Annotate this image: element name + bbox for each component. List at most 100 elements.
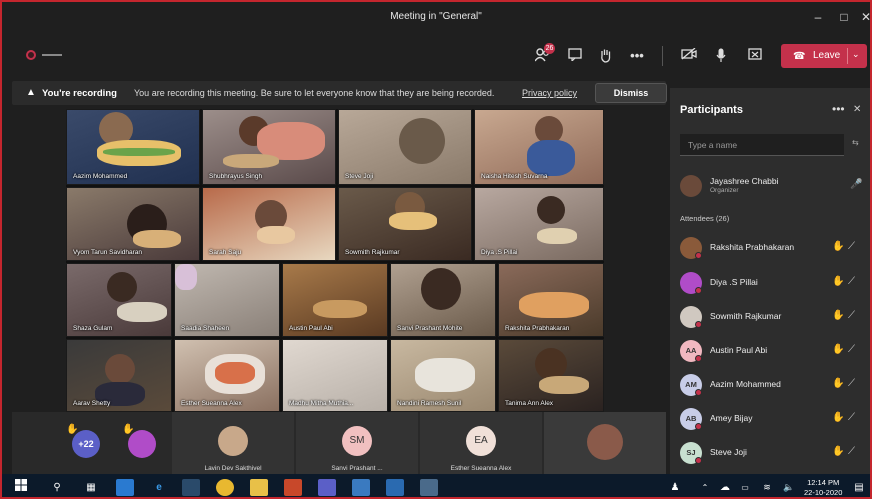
more-participants-bubble[interactable]: +22 <box>72 430 100 458</box>
photos-app-icon[interactable] <box>352 479 370 496</box>
search-participants-input[interactable] <box>680 134 844 156</box>
attendee-row[interactable]: Sowmith Rajkumar ✋ ⟋ <box>680 305 862 329</box>
notifications-icon[interactable]: ▤ <box>850 479 868 496</box>
powerpoint-app-icon[interactable] <box>284 479 302 496</box>
battery-icon[interactable]: ▭ <box>736 479 754 496</box>
video-tile[interactable]: Diya .S Pillai <box>474 187 604 261</box>
show-participants-button[interactable]: 26 <box>532 43 555 67</box>
status-dot <box>695 252 702 259</box>
app-icon[interactable] <box>420 479 438 496</box>
panel-title: Participants <box>680 104 743 116</box>
video-tile[interactable]: Shaza Gulam <box>66 263 172 337</box>
video-tile[interactable]: Rakshita Prabhakaran <box>498 263 604 337</box>
tile-name: Naisha Hitesh Suvarna <box>481 173 548 180</box>
strip-tile[interactable]: Lavin Dev Sakthivel <box>172 412 294 474</box>
search-icon[interactable]: ⚲ <box>48 479 66 496</box>
status-dot <box>695 389 702 396</box>
edge-browser-icon[interactable]: e <box>150 479 168 496</box>
video-tile[interactable]: Saadia Shaheen <box>174 263 280 337</box>
leave-button[interactable]: ☎ Leave ⌄ <box>781 44 867 68</box>
video-tile[interactable]: Esther Sueanna Alex <box>174 339 280 412</box>
tile-name: Nandini Ramesh Sunil <box>397 400 462 407</box>
organizer-row[interactable]: Jayashree Chabbi Organizer 🎤 <box>680 174 863 202</box>
tile-name: Sarah Saju <box>209 249 242 256</box>
mic-muted-icon: ⟋ <box>848 310 855 321</box>
video-tile[interactable]: Tanima Ann Alex <box>498 339 604 412</box>
attendee-row[interactable]: Diya .S Pillai ✋ ⟋ <box>680 271 862 295</box>
avatar <box>218 426 248 456</box>
participant-avatar-bubble[interactable] <box>128 430 156 458</box>
people-tray-icon[interactable]: ♟ <box>666 479 684 496</box>
chrome-browser-icon[interactable] <box>216 479 234 496</box>
dismiss-button[interactable]: Dismiss <box>595 83 667 103</box>
video-tile[interactable]: Nandini Ramesh Sunil <box>390 339 496 412</box>
leave-label: Leave <box>813 50 841 61</box>
meeting-toolbar: 26 ••• ☎ Leave ⌄ <box>2 32 870 78</box>
taskbar-clock[interactable]: 12:14 PM 22-10-2020 <box>804 478 843 497</box>
raised-hand-icon: ✋ <box>832 241 845 252</box>
status-dot <box>695 287 702 294</box>
task-view-icon[interactable]: ▦ <box>82 479 100 496</box>
outlook-app-icon[interactable] <box>116 479 134 496</box>
attendee-row[interactable]: AM Aazim Mohammed ✋ ⟋ <box>680 373 862 397</box>
video-tile[interactable]: Aazim Mohammed <box>66 109 200 185</box>
maximize-button[interactable]: □ <box>832 8 856 26</box>
attendees-header: Attendees (26) <box>680 214 730 223</box>
video-tile[interactable]: Madhu Mitha Muthia... <box>282 339 388 412</box>
self-view-tile[interactable] <box>544 412 666 474</box>
strip-tile-name: Esther Sueanna Alex <box>450 465 512 472</box>
video-tile[interactable]: Shubhrayus Singh <box>202 109 336 185</box>
volume-icon[interactable]: 🔈 <box>780 479 798 496</box>
clock-time: 12:14 PM <box>807 478 840 487</box>
store-app-icon[interactable] <box>182 479 200 496</box>
participant-strip: ✋ +22 ✋ Lavin Dev Sakthivel SM Sanvi Pra… <box>12 412 666 474</box>
strip-tile[interactable]: SM Sanvi Prashant ... <box>296 412 418 474</box>
video-tile[interactable]: Steve Joji <box>338 109 472 185</box>
wifi-icon[interactable]: ≋ <box>758 479 776 496</box>
video-tile[interactable]: Austin Paul Abi <box>282 263 388 337</box>
close-window-button[interactable]: ✕ <box>854 8 870 26</box>
attendee-row[interactable]: AB Amey Bijay ✋ ⟋ <box>680 407 862 431</box>
strip-tile[interactable]: EA Esther Sueanna Alex <box>420 412 542 474</box>
microphone-icon: 🎤 <box>850 179 863 190</box>
strip-tile-name: Lavin Dev Sakthivel <box>204 465 262 472</box>
show-hidden-icons-icon[interactable]: ⌃ <box>696 479 714 496</box>
video-tile[interactable]: Sarah Saju <box>202 187 336 261</box>
raised-hand-icon: ✋ <box>832 412 845 423</box>
show-conversation-button[interactable] <box>564 45 586 67</box>
attendee-name: Sowmith Rajkumar <box>710 311 782 321</box>
mic-toggle-button[interactable] <box>710 45 732 67</box>
avatar <box>680 175 702 197</box>
privacy-policy-link[interactable]: Privacy policy <box>522 88 577 98</box>
video-tile[interactable]: Naisha Hitesh Suvarna <box>474 109 604 185</box>
minimize-button[interactable]: – <box>806 8 830 26</box>
organizer-role: Organizer <box>710 187 739 194</box>
camera-toggle-button[interactable] <box>678 45 700 67</box>
warning-icon: ▲ <box>26 87 36 98</box>
clock-date: 22-10-2020 <box>804 488 843 497</box>
attendee-row[interactable]: AA Austin Paul Abi ✋ ⟋ <box>680 339 862 363</box>
app-icon[interactable] <box>386 479 404 496</box>
share-invite-icon[interactable]: ⇆ <box>852 138 859 147</box>
teams-app-icon[interactable] <box>318 479 336 496</box>
tile-name: Diya .S Pillai <box>481 249 518 256</box>
attendee-row[interactable]: Rakshita Prabhakaran ✋ ⟋ <box>680 236 862 260</box>
video-tile[interactable]: Vyom Tarun Savidharan <box>66 187 200 261</box>
windows-start-icon[interactable] <box>12 479 30 496</box>
windows-taskbar: ⚲ ▦ e ♟ ⌃ ☁ ▭ ≋ 🔈 12:14 PM 22-10-2020 ▤ <box>2 474 870 497</box>
tile-name: Rakshita Prabhakaran <box>505 325 570 332</box>
raised-hand-icon: ✋ <box>832 344 845 355</box>
onedrive-icon[interactable]: ☁ <box>716 479 734 496</box>
more-actions-button[interactable]: ••• <box>626 45 648 67</box>
video-tile[interactable]: Sowmith Rajkumar <box>338 187 472 261</box>
recording-indicator-icon <box>26 50 36 60</box>
raise-hand-button[interactable] <box>594 45 616 67</box>
file-explorer-icon[interactable] <box>250 479 268 496</box>
video-tile[interactable]: Sanvi Prashant Mohite <box>390 263 496 337</box>
attendee-row[interactable]: SJ Steve Joji ✋ ⟋ <box>680 441 862 465</box>
leave-options-chevron-icon[interactable]: ⌄ <box>852 49 860 60</box>
share-screen-button[interactable] <box>744 45 766 67</box>
panel-close-icon[interactable]: ✕ <box>853 104 861 115</box>
video-tile[interactable]: Aarav Shetty <box>66 339 172 412</box>
panel-more-options-button[interactable]: ••• <box>832 102 845 116</box>
